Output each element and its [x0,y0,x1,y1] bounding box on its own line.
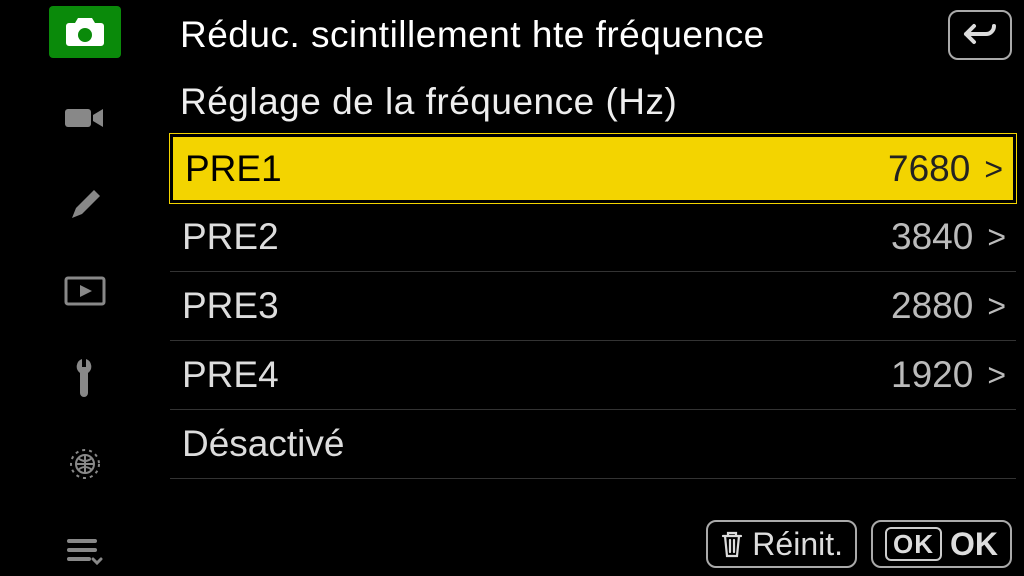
back-button[interactable] [948,10,1012,60]
preset-row[interactable]: PRE32880 > [170,272,1016,341]
wrench-icon [70,357,100,397]
pencil-icon [66,186,104,224]
playback-icon [64,276,106,306]
reset-button[interactable]: Réinit. [706,520,857,568]
sidebar-tab-video[interactable] [49,92,121,144]
sidebar-tab-custom[interactable] [49,179,121,231]
ok-button[interactable]: OK OK [871,520,1012,568]
chevron-right-icon: > [987,290,1006,322]
preset-row[interactable]: PRE41920 > [170,341,1016,410]
preset-label: Désactivé [182,423,973,465]
preset-value: 7680 [888,148,970,190]
sidebar-tab-mymenu[interactable] [49,524,121,576]
preset-label: PRE4 [182,354,891,396]
preset-row[interactable]: Désactivé> [170,410,1016,479]
preset-row[interactable]: PRE23840 > [170,203,1016,272]
preset-label: PRE3 [182,285,891,327]
sidebar-tab-photo[interactable] [49,6,121,58]
trash-icon [720,529,744,559]
network-icon [65,444,105,484]
preset-value: 2880 [891,285,973,327]
chevron-right-icon: > [984,153,1003,185]
page-title: Réduc. scintillement hte fréquence [180,14,948,56]
preset-value: 3840 [891,216,973,258]
subtitle: Réglage de la fréquence (Hz) [170,70,1024,134]
reset-label: Réinit. [752,526,843,563]
preset-list: PRE17680 > PRE23840 > PRE32880 > PRE41920 > Désa… [170,134,1024,512]
back-arrow-icon [960,20,1000,50]
mymenu-icon [65,535,105,565]
preset-label: PRE1 [185,148,888,190]
footer: Réinit. OK OK [170,512,1024,576]
sidebar-tab-playback[interactable] [49,265,121,317]
header: Réduc. scintillement hte fréquence [170,0,1024,70]
sidebar [0,0,170,576]
preset-label: PRE2 [182,216,891,258]
camera-icon [63,15,107,49]
chevron-right-icon: > [987,221,1006,253]
sidebar-tab-setup[interactable] [49,351,121,403]
preset-value: 1920 [891,354,973,396]
main-panel: Réduc. scintillement hte fréquence Régla… [170,0,1024,576]
sidebar-tab-network[interactable] [49,437,121,489]
ok-label: OK [950,526,998,563]
chevron-right-icon: > [987,359,1006,391]
video-icon [63,103,107,133]
preset-row[interactable]: PRE17680 > [170,134,1016,203]
ok-box-icon: OK [885,527,942,561]
